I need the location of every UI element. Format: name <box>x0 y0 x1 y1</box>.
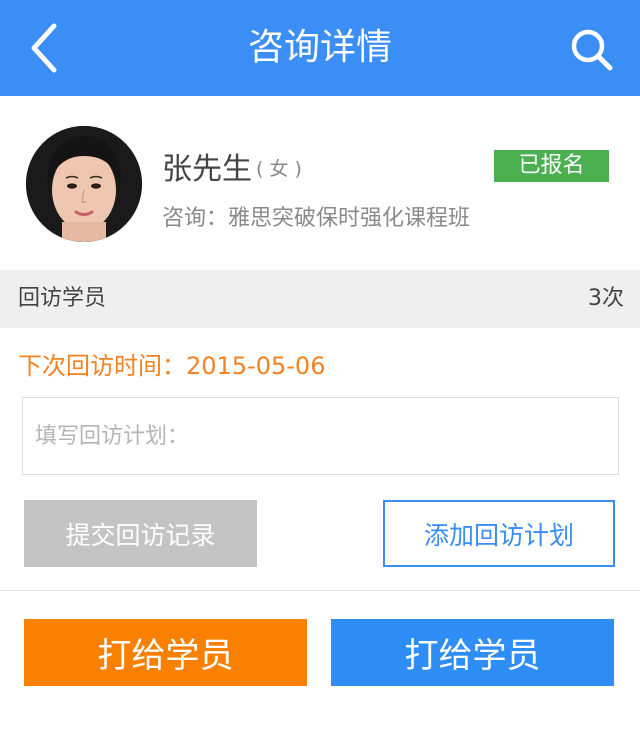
app-header: 咨询详情 <box>0 0 640 96</box>
page-title: 咨询详情 <box>247 27 392 68</box>
student-name: 张先生 <box>162 152 252 187</box>
call-student-button-blue[interactable]: 打给学员 <box>331 619 614 686</box>
avatar <box>26 126 142 242</box>
call-student-button-orange[interactable]: 打给学员 <box>24 619 307 686</box>
submit-record-button[interactable]: 提交回访记录 <box>24 500 257 567</box>
avatar-portrait-icon <box>26 126 142 242</box>
next-visit-time: 下次回访时间：2015-05-06 <box>18 352 326 380</box>
divider <box>0 590 640 591</box>
add-plan-button[interactable]: 添加回访计划 <box>383 500 615 567</box>
section-label: 回访学员 <box>18 286 107 311</box>
followup-section-header: 回访学员 3次 <box>0 270 640 328</box>
student-gender: ( 女 ) <box>256 158 302 180</box>
followup-count: 3次 <box>588 286 624 311</box>
search-icon[interactable] <box>568 26 616 74</box>
followup-plan-input[interactable] <box>22 397 619 475</box>
student-profile: 张先生 ( 女 ) 已报名 咨询：雅思突破保时强化课程班 <box>0 96 640 270</box>
consult-course: 咨询：雅思突破保时强化课程班 <box>162 206 471 231</box>
status-badge: 已报名 <box>494 150 609 182</box>
